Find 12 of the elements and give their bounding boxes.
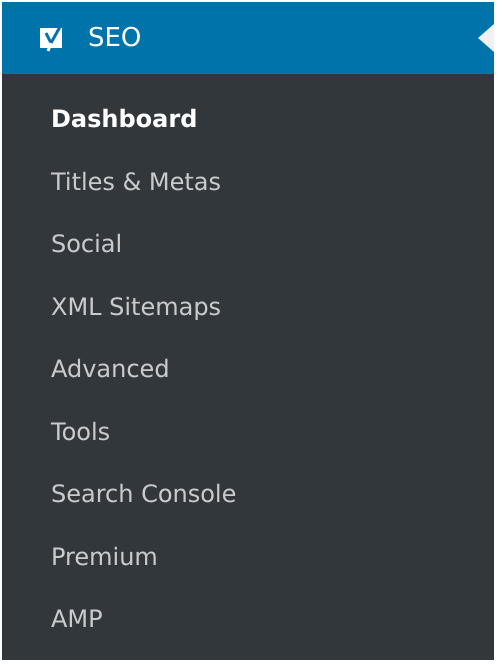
current-pointer-icon [478,24,494,52]
submenu-item[interactable]: AMP [2,588,494,650]
submenu-item[interactable]: Advanced [2,338,494,400]
seo-menu-header[interactable]: SEO [2,2,494,74]
submenu-item[interactable]: XML Sitemaps [2,276,494,338]
submenu-item[interactable]: Premium [2,526,494,588]
menu-title: SEO [88,23,142,53]
submenu-item[interactable]: Tools [2,400,494,463]
submenu-item[interactable]: Search Console [2,463,494,526]
submenu-item[interactable]: Dashboard [2,88,494,150]
submenu-item[interactable]: Titles & Metas [2,150,494,213]
submenu-item[interactable]: Social [2,213,494,276]
